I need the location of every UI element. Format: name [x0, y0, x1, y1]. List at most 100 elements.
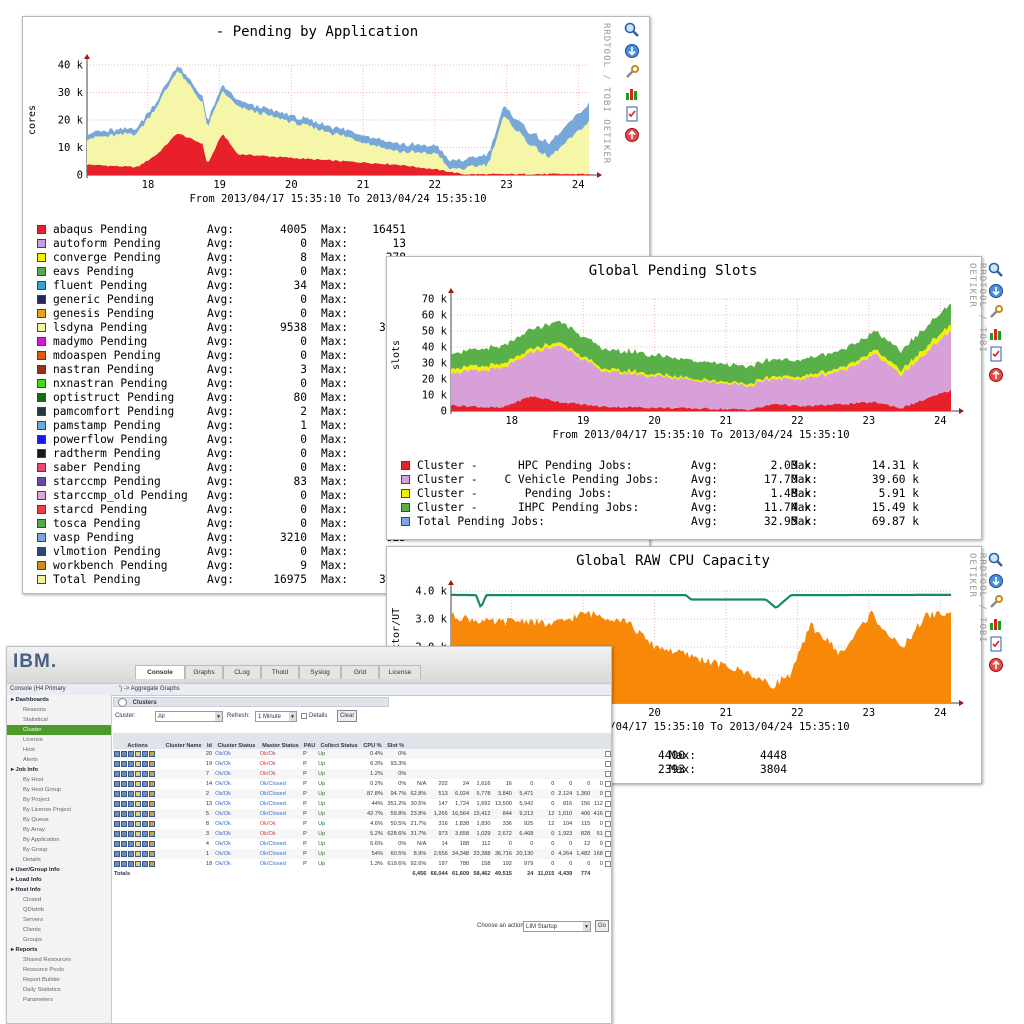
action-icon[interactable]	[128, 850, 134, 857]
column-header[interactable]: Master Status	[258, 733, 303, 749]
breadcrumb-left[interactable]: Console (H4 Primary	[10, 684, 66, 695]
sidebar-item[interactable]: By Host	[7, 775, 111, 785]
action-select[interactable]: LIM Startup ▼	[523, 921, 591, 932]
row-select[interactable]	[604, 839, 611, 849]
row-actions[interactable]	[113, 779, 162, 789]
action-icon[interactable]	[121, 760, 127, 767]
row-checkbox[interactable]	[604, 800, 611, 807]
row-actions[interactable]	[113, 829, 163, 839]
row-checkbox[interactable]	[604, 760, 611, 767]
column-header[interactable]	[591, 733, 604, 749]
tab-syslog[interactable]: Syslog	[299, 665, 341, 679]
report-icon[interactable]	[988, 636, 1004, 652]
action-icon[interactable]	[149, 790, 155, 797]
row-actions[interactable]	[113, 849, 163, 859]
action-icon[interactable]	[128, 800, 134, 807]
sidebar-item[interactable]: Clients	[7, 925, 111, 935]
action-icon[interactable]	[149, 810, 155, 817]
column-header[interactable]: Actions	[113, 733, 163, 749]
action-icon[interactable]	[135, 760, 141, 767]
action-icon[interactable]	[121, 790, 127, 797]
row-checkbox[interactable]	[604, 820, 611, 827]
sidebar-item[interactable]: By Host Group	[7, 785, 111, 795]
collapse-icon[interactable]	[118, 698, 127, 707]
sidebar-item[interactable]: QDistrib	[7, 905, 111, 915]
sidebar-section[interactable]: ▸ User/Group Info	[7, 865, 111, 875]
row-select[interactable]	[603, 849, 611, 859]
action-icon[interactable]	[121, 780, 127, 787]
action-icon[interactable]	[121, 800, 127, 807]
go-button[interactable]: Go	[595, 920, 610, 932]
action-icon[interactable]	[114, 770, 120, 777]
action-icon[interactable]	[114, 860, 120, 867]
sidebar-section[interactable]: ▸ Dashboards	[7, 695, 111, 705]
sidebar-item[interactable]: Servers	[7, 915, 111, 925]
sidebar-item[interactable]: License	[7, 735, 111, 745]
action-icon[interactable]	[149, 770, 155, 777]
action-icon[interactable]	[121, 850, 127, 857]
sidebar-section[interactable]: ▸ Job Info	[7, 765, 111, 775]
action-icon[interactable]	[121, 770, 127, 777]
action-icon[interactable]	[121, 840, 127, 847]
action-icon[interactable]	[114, 790, 120, 797]
action-icon[interactable]	[149, 750, 155, 757]
action-icon[interactable]	[128, 840, 134, 847]
action-icon[interactable]	[114, 750, 120, 757]
sidebar-item[interactable]: By License Project	[7, 805, 111, 815]
tab-grid[interactable]: Grid	[341, 665, 379, 679]
wrench-icon[interactable]	[988, 594, 1004, 610]
download-icon[interactable]	[988, 283, 1004, 299]
action-icon[interactable]	[135, 790, 141, 797]
action-icon[interactable]	[149, 860, 155, 867]
row-select[interactable]	[604, 859, 611, 869]
zoom-icon[interactable]	[988, 552, 1004, 568]
row-checkbox[interactable]	[604, 850, 611, 857]
row-checkbox[interactable]	[604, 790, 611, 797]
column-header[interactable]	[448, 733, 471, 749]
action-icon[interactable]	[128, 820, 134, 827]
row-select[interactable]	[604, 779, 611, 789]
clear-button[interactable]: Clear	[337, 710, 358, 722]
action-icon[interactable]	[135, 810, 141, 817]
action-icon[interactable]	[142, 800, 148, 807]
tab-license[interactable]: License	[379, 665, 421, 679]
sidebar-item[interactable]: Parameters	[7, 995, 111, 1005]
sidebar-item[interactable]: Daily Statistics	[7, 985, 111, 995]
sidebar-item[interactable]: Statistical	[7, 715, 111, 725]
action-icon[interactable]	[142, 780, 148, 787]
action-icon[interactable]	[135, 820, 141, 827]
action-icon[interactable]	[149, 840, 155, 847]
action-icon[interactable]	[142, 760, 148, 767]
action-icon[interactable]	[142, 840, 148, 847]
column-header[interactable]: Id	[204, 733, 215, 749]
action-icon[interactable]	[128, 860, 134, 867]
action-icon[interactable]	[114, 760, 120, 767]
action-icon[interactable]	[128, 830, 134, 837]
action-icon[interactable]	[128, 760, 134, 767]
action-icon[interactable]	[149, 850, 155, 857]
column-header[interactable]	[512, 733, 535, 749]
sidebar-item[interactable]: Resource Pools	[7, 965, 111, 975]
action-icon[interactable]	[149, 830, 155, 837]
row-select[interactable]	[603, 789, 611, 799]
sidebar-item[interactable]: Reasons	[7, 705, 111, 715]
action-icon[interactable]	[121, 860, 127, 867]
row-select[interactable]	[603, 769, 611, 779]
row-actions[interactable]	[113, 819, 162, 829]
sidebar-item[interactable]: Report Builder	[7, 975, 111, 985]
column-header[interactable]	[555, 733, 574, 749]
cluster-select[interactable]: All ▼	[155, 711, 223, 722]
action-icon[interactable]	[128, 750, 134, 757]
tab-clog[interactable]: CLog	[223, 665, 261, 679]
row-actions[interactable]	[113, 799, 162, 809]
action-icon[interactable]	[142, 820, 148, 827]
column-header[interactable]	[603, 733, 611, 749]
action-icon[interactable]	[142, 790, 148, 797]
column-header[interactable]	[427, 733, 449, 749]
row-select[interactable]	[604, 799, 611, 809]
tab-console[interactable]: Console	[135, 665, 185, 679]
action-icon[interactable]	[121, 750, 127, 757]
download-icon[interactable]	[988, 573, 1004, 589]
action-icon[interactable]	[114, 850, 120, 857]
column-header[interactable]: Slot %	[383, 733, 408, 749]
